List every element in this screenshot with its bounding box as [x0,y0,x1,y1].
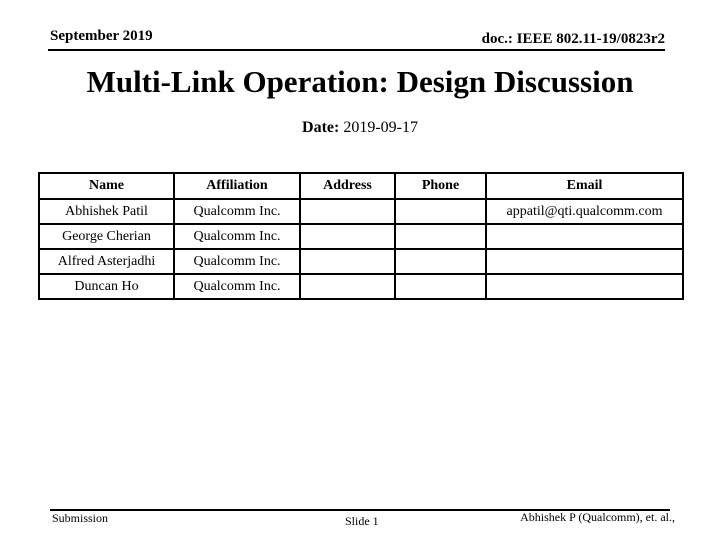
date-label: Date: [302,119,340,136]
column-header-address: Address [299,172,396,200]
cell-email: appatil@qti.qualcomm.com [485,198,684,225]
cell-address [299,198,396,225]
footer-author: Abhishek P (Qualcomm), et. al., [520,510,675,524]
slide-title: Multi-Link Operation: Design Discussion [86,64,634,99]
authors-table: Name Affiliation Address Phone Email Abh… [38,172,684,300]
slide-date: Date: 2019-09-17 [0,119,720,137]
cell-phone [394,273,487,300]
cell-address [299,248,396,275]
cell-email [485,223,684,250]
cell-email [485,273,684,300]
cell-affiliation: Qualcomm Inc. [173,248,301,275]
cell-phone [394,248,487,275]
footer-submission: Submission [52,511,109,525]
cell-name: Duncan Ho [38,273,175,300]
table-row: Alfred Asterjadhi Qualcomm Inc. [38,248,684,275]
date-value: 2019-09-17 [343,119,418,136]
cell-affiliation: Qualcomm Inc. [173,273,301,300]
column-header-email: Email [485,172,684,200]
table-header-row: Name Affiliation Address Phone Email [38,172,684,200]
table-row: Duncan Ho Qualcomm Inc. [38,273,684,300]
cell-name: Alfred Asterjadhi [38,248,175,275]
cell-affiliation: Qualcomm Inc. [173,198,301,225]
header-divider [48,49,665,51]
cell-name: Abhishek Patil [38,198,175,225]
header-date: September 2019 [50,28,153,44]
cell-address [299,273,396,300]
header-doc-id: doc.: IEEE 802.11-19/0823r2 [481,31,665,47]
footer-slide-number: Slide 1 [345,514,379,528]
cell-phone [394,223,487,250]
cell-name: George Cherian [38,223,175,250]
cell-affiliation: Qualcomm Inc. [173,223,301,250]
column-header-affiliation: Affiliation [173,172,301,200]
cell-email [485,248,684,275]
cell-address [299,223,396,250]
table-row: Abhishek Patil Qualcomm Inc. appatil@qti… [38,198,684,225]
cell-phone [394,198,487,225]
column-header-name: Name [38,172,175,200]
column-header-phone: Phone [394,172,487,200]
table-row: George Cherian Qualcomm Inc. [38,223,684,250]
